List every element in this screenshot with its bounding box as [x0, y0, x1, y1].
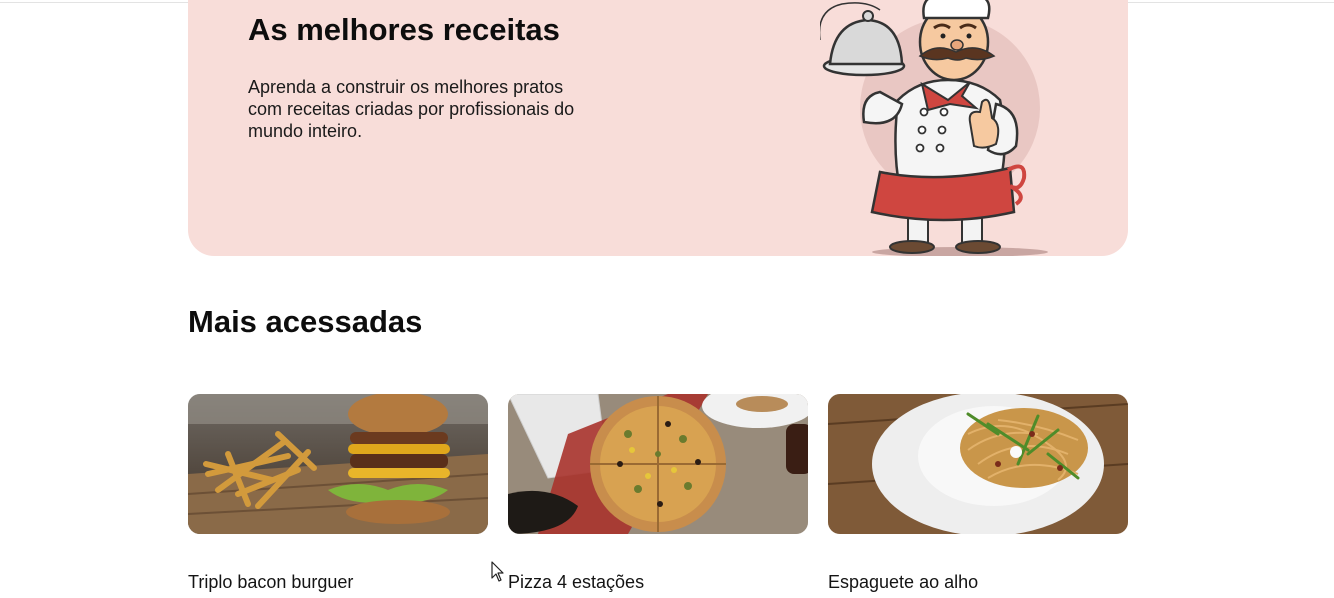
hero-title: As melhores receitas — [248, 12, 560, 47]
recipe-card[interactable]: Pizza 4 estações — [508, 394, 808, 598]
burger-fries-photo-icon[interactable] — [188, 394, 488, 534]
recipe-card-title[interactable]: Espaguete ao alho — [828, 572, 978, 593]
recipe-card-title[interactable]: Pizza 4 estações — [508, 572, 644, 593]
hero-description: Aprenda a construir os melhores pratos c… — [248, 77, 575, 141]
recipe-card-title[interactable]: Triplo bacon burguer — [188, 572, 353, 593]
recipe-card[interactable]: Triplo bacon burguer — [188, 394, 488, 598]
chef-illustration-icon — [820, 0, 1048, 256]
mouse-cursor-icon — [491, 561, 504, 582]
pizza-photo-icon[interactable] — [508, 394, 808, 534]
most-accessed-heading: Mais acessadas — [188, 304, 423, 339]
hero-banner: As melhores receitas Aprenda a construir… — [188, 0, 1128, 256]
spaghetti-photo-icon[interactable] — [828, 394, 1128, 534]
recipe-card[interactable]: Espaguete ao alho — [828, 394, 1128, 598]
